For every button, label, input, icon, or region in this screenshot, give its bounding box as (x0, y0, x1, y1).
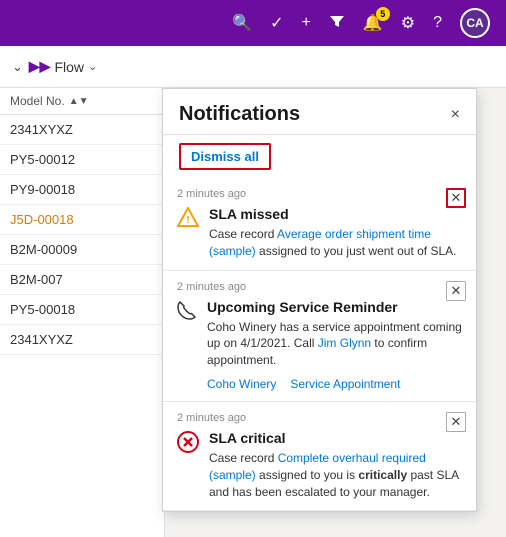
notif-link-order-shipment[interactable]: Average order shipment time (sample) (209, 227, 431, 258)
list-item[interactable]: PY5-00012 (0, 145, 164, 175)
notif-link-coho-winery[interactable]: Coho Winery (207, 377, 276, 391)
notif-link-service-appointment[interactable]: Service Appointment (290, 377, 400, 391)
list-item[interactable]: 2341XYXZ (0, 115, 164, 145)
model-no-label: Model No. (10, 94, 65, 108)
list-item[interactable]: B2M-007 (0, 265, 164, 295)
svg-text:!: ! (186, 215, 189, 226)
settings-icon[interactable]: ⚙ (401, 13, 415, 33)
flow-chevron-icon[interactable]: ⌄ (88, 60, 97, 73)
error-icon (177, 436, 199, 458)
tasks-icon[interactable]: ✓ (270, 13, 283, 33)
list-header: Model No. ▲▼ (0, 88, 164, 115)
notif-subject: Upcoming Service Reminder (207, 299, 462, 315)
notif-text: Case record Average order shipment time … (209, 226, 462, 260)
list-item[interactable]: 2341XYXZ (0, 325, 164, 355)
phone-icon (177, 304, 197, 324)
notifications-title: Notifications (179, 103, 300, 126)
notification-item-service-reminder: 2 minutes ago ✕ Upcoming Service Reminde… (163, 271, 476, 402)
dismiss-button[interactable]: ✕ (446, 412, 466, 432)
notifications-panel: Notifications × Dismiss all 2 minutes ag… (162, 88, 477, 512)
warning-icon: ! (177, 210, 199, 232)
subheader: ⌄ ▶▶ Flow ⌄ (0, 46, 506, 88)
left-list: Model No. ▲▼ 2341XYXZ PY5-00012 PY9-0001… (0, 88, 165, 537)
main-area: Model No. ▲▼ 2341XYXZ PY5-00012 PY9-0001… (0, 88, 506, 537)
dismiss-button[interactable]: ✕ (446, 188, 466, 208)
search-icon[interactable]: 🔍 (232, 13, 252, 33)
notif-timestamp: 2 minutes ago (177, 412, 462, 424)
notification-item-sla-critical: 2 minutes ago ✕ SLA critical Case record… (163, 402, 476, 511)
list-item[interactable]: PY5-00018 (0, 295, 164, 325)
notif-text: Case record Complete overhaul required (… (209, 450, 462, 500)
topbar: 🔍 ✓ + 🔔 5 ⚙ ? CA (0, 0, 506, 46)
filter-icon[interactable] (329, 13, 345, 34)
list-item[interactable]: B2M-00009 (0, 235, 164, 265)
notif-timestamp: 2 minutes ago (177, 188, 462, 200)
notif-subject: SLA critical (209, 430, 462, 446)
dismiss-button[interactable]: ✕ (446, 281, 466, 301)
notification-item-sla-missed: 2 minutes ago ✕ ! SLA missed Case record… (163, 178, 476, 271)
notifications-header: Notifications × (163, 89, 476, 135)
notif-timestamp: 2 minutes ago (177, 281, 462, 293)
notif-subject: SLA missed (209, 206, 462, 222)
list-item[interactable]: J5D-00018 (0, 205, 164, 235)
notif-action-links: Coho Winery Service Appointment (207, 377, 462, 391)
dismiss-all-button[interactable]: Dismiss all (179, 143, 271, 170)
notification-badge: 5 (376, 7, 390, 21)
chevron-down-icon[interactable]: ⌄ (12, 59, 23, 75)
add-icon[interactable]: + (301, 14, 310, 32)
list-item[interactable]: PY9-00018 (0, 175, 164, 205)
bell-icon[interactable]: 🔔 5 (363, 13, 383, 33)
notifications-scroll[interactable]: 2 minutes ago ✕ ! SLA missed Case record… (163, 178, 476, 511)
help-icon[interactable]: ? (433, 14, 442, 32)
close-button[interactable]: × (451, 106, 460, 124)
avatar[interactable]: CA (460, 8, 490, 38)
notif-link-jim-glynn[interactable]: Jim Glynn (318, 336, 371, 350)
flow-logo-icon: ▶▶ (29, 58, 51, 75)
sort-icon[interactable]: ▲▼ (69, 96, 89, 107)
notif-text: Coho Winery has a service appointment co… (207, 319, 462, 369)
flow-label: Flow (54, 59, 84, 75)
